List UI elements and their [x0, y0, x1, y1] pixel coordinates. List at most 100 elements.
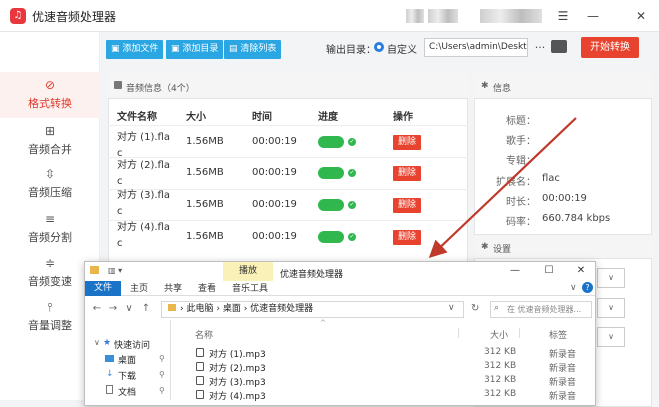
download-icon: ↓ — [106, 369, 114, 379]
sidebar-item-compress[interactable]: ⇳ 音频压缩 — [0, 167, 100, 200]
progress-indicator — [318, 199, 344, 211]
username-blurred — [428, 9, 458, 23]
nav-item-quick-access[interactable]: 快速访问 — [114, 338, 150, 351]
file-size: 312 KB — [484, 361, 517, 371]
output-path-input[interactable]: C:\Users\admin\Deskto — [424, 38, 528, 57]
breadcrumb-desktop[interactable]: 桌面 — [223, 304, 241, 314]
file-duration: 00:00:19 — [252, 199, 297, 210]
done-check-icon: ✓ — [348, 169, 356, 177]
start-convert-button[interactable]: 开始转换 — [581, 37, 639, 58]
file-name[interactable]: 对方 (3).mp3 — [209, 375, 266, 388]
address-bar[interactable]: › 此电脑 › 桌面 › 优速音频处理器 — [161, 301, 464, 318]
minimize-button[interactable]: — — [582, 6, 604, 26]
delete-button[interactable]: 删除 — [393, 230, 421, 245]
sidebar-item-label: 音量调整 — [28, 319, 72, 332]
file-tag: 新录音 — [549, 350, 577, 360]
breadcrumb-folder[interactable]: 优速音频处理器 — [250, 304, 313, 314]
tab-share[interactable]: 共享 — [158, 282, 188, 296]
pin-icon: ⚲ — [159, 370, 165, 379]
output-directory-label: 输出目录： — [326, 45, 376, 56]
audio-file-icon — [196, 390, 204, 399]
column-header-size: 大小 — [186, 112, 206, 123]
file-name[interactable]: 对方 (2).mp3 — [209, 361, 266, 374]
sidebar-item-label: 音频变速 — [28, 275, 72, 288]
sidebar-item-merge[interactable]: ⊞ 音频合并 — [0, 124, 100, 157]
app-title: 优速音频处理器 — [32, 10, 117, 24]
tab-play[interactable]: 播放 — [223, 262, 273, 281]
refresh-icon[interactable]: ↻ — [471, 303, 479, 314]
setting-dropdown[interactable]: ∨ — [597, 298, 625, 318]
sidebar-item-split[interactable]: ≡ 音频分割 — [0, 212, 100, 245]
audio-file-icon — [196, 348, 204, 357]
search-icon: ⌕ — [494, 303, 500, 313]
info-duration-value: 00:00:19 — [542, 193, 587, 204]
chevron-down-icon[interactable]: ∨ — [94, 338, 100, 347]
column-header-name[interactable]: 名称 — [195, 328, 213, 341]
clear-list-button[interactable]: ▤ 清除列表 — [224, 40, 282, 59]
sidebar-item-label: 音频分割 — [28, 231, 72, 244]
more-options-button[interactable]: ··· — [532, 38, 548, 57]
setting-dropdown[interactable]: ∨ — [597, 327, 625, 347]
back-icon[interactable]: ← — [92, 303, 102, 314]
nav-item-desktop[interactable]: 桌面 — [118, 353, 136, 366]
setting-dropdown[interactable]: ∨ — [597, 268, 625, 288]
help-icon[interactable]: ? — [582, 282, 593, 293]
audio-info-title: 音频信息（4个） — [126, 84, 195, 94]
close-button[interactable]: ✕ — [630, 6, 652, 26]
open-folder-icon[interactable] — [551, 40, 567, 53]
file-duration: 00:00:19 — [252, 231, 297, 242]
format-icon: ⊘ — [44, 78, 56, 92]
ribbon-expand-icon[interactable]: ∨ — [570, 283, 577, 293]
progress-indicator — [318, 136, 344, 148]
file-size: 312 KB — [484, 375, 517, 385]
sidebar-item-format-convert[interactable]: ⊘ 格式转换 — [0, 78, 100, 111]
table-row-3-name: 对方 (3).fla c — [117, 188, 170, 220]
file-name-line1: 对方 (1).fla — [117, 132, 170, 143]
nav-item-downloads[interactable]: 下载 — [118, 369, 136, 382]
up-icon[interactable]: ↑ — [141, 303, 151, 314]
add-directory-button[interactable]: ▣ 添加目录 — [166, 40, 224, 59]
document-icon — [106, 385, 113, 394]
quick-access-toolbar-icon[interactable]: ▥ ▾ — [108, 266, 122, 275]
file-duration: 00:00:19 — [252, 167, 297, 178]
explorer-search-input[interactable]: 在 优速音频处理器... — [490, 301, 592, 318]
info-extension-value: flac — [542, 173, 560, 184]
file-name[interactable]: 对方 (4).mp3 — [209, 389, 266, 402]
add-directory-label: 添加目录 — [182, 44, 219, 54]
file-size: 1.56MB — [186, 231, 224, 242]
tab-file[interactable]: 文件 — [85, 281, 121, 296]
nav-item-documents[interactable]: 文档 — [118, 385, 136, 398]
tab-music-tools[interactable]: 音乐工具 — [226, 282, 274, 296]
file-size: 312 KB — [484, 389, 517, 399]
recent-icon[interactable]: ∨ — [124, 303, 134, 314]
column-header-tag[interactable]: 标签 — [549, 328, 567, 341]
tab-home[interactable]: 主页 — [124, 282, 154, 296]
custom-radio[interactable] — [374, 42, 384, 52]
info-artist-key: 歌手： — [506, 136, 536, 147]
column-header-size[interactable]: 大小 — [490, 328, 508, 341]
folder-icon — [90, 266, 99, 274]
forward-icon[interactable]: → — [108, 303, 118, 314]
add-file-button[interactable]: ▣ 添加文件 — [106, 40, 164, 59]
explorer-minimize-button[interactable]: — — [506, 264, 524, 278]
explorer-close-button[interactable]: ✕ — [572, 264, 590, 278]
tab-view[interactable]: 查看 — [192, 282, 222, 296]
pin-icon: ⚲ — [159, 386, 165, 395]
folder-icon — [168, 304, 176, 311]
delete-button[interactable]: 删除 — [393, 166, 421, 181]
breadcrumb-this-pc[interactable]: 此电脑 — [186, 304, 213, 314]
file-size: 1.56MB — [186, 199, 224, 210]
delete-button[interactable]: 删除 — [393, 198, 421, 213]
info-duration-key: 时长： — [506, 197, 536, 208]
info-extension-key: 扩展名： — [496, 177, 536, 188]
address-dropdown-icon[interactable]: ∨ — [448, 303, 455, 313]
delete-button[interactable]: 删除 — [393, 135, 421, 150]
column-divider — [519, 328, 520, 338]
explorer-maximize-button[interactable]: ☐ — [540, 264, 558, 278]
file-name: 对方 (1).mp3 — [209, 350, 266, 360]
progress-indicator — [318, 167, 344, 179]
menu-icon[interactable]: ☰ — [552, 6, 574, 26]
info-bitrate-value: 660.784 kbps — [542, 213, 611, 224]
info-title-key: 标题： — [506, 116, 536, 127]
avatar[interactable] — [406, 9, 424, 23]
